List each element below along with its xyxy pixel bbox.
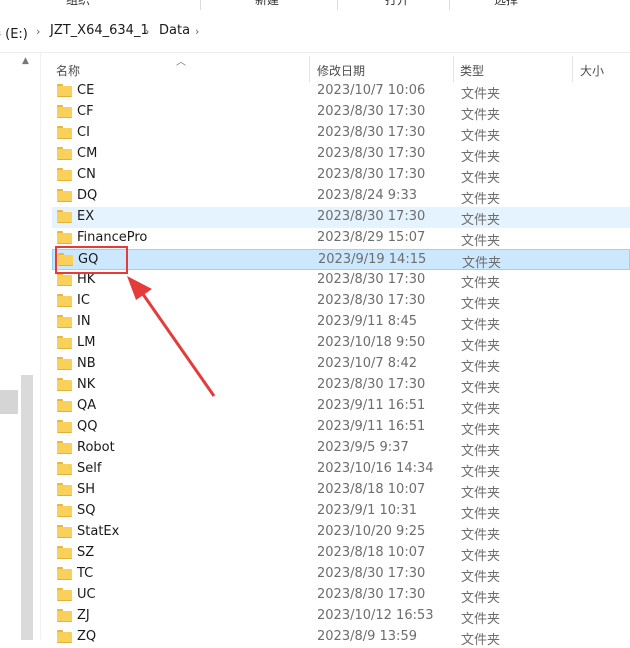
arrow-head-icon bbox=[127, 276, 152, 300]
arrow-shaft bbox=[136, 286, 216, 397]
annotation-arrow bbox=[127, 276, 216, 397]
